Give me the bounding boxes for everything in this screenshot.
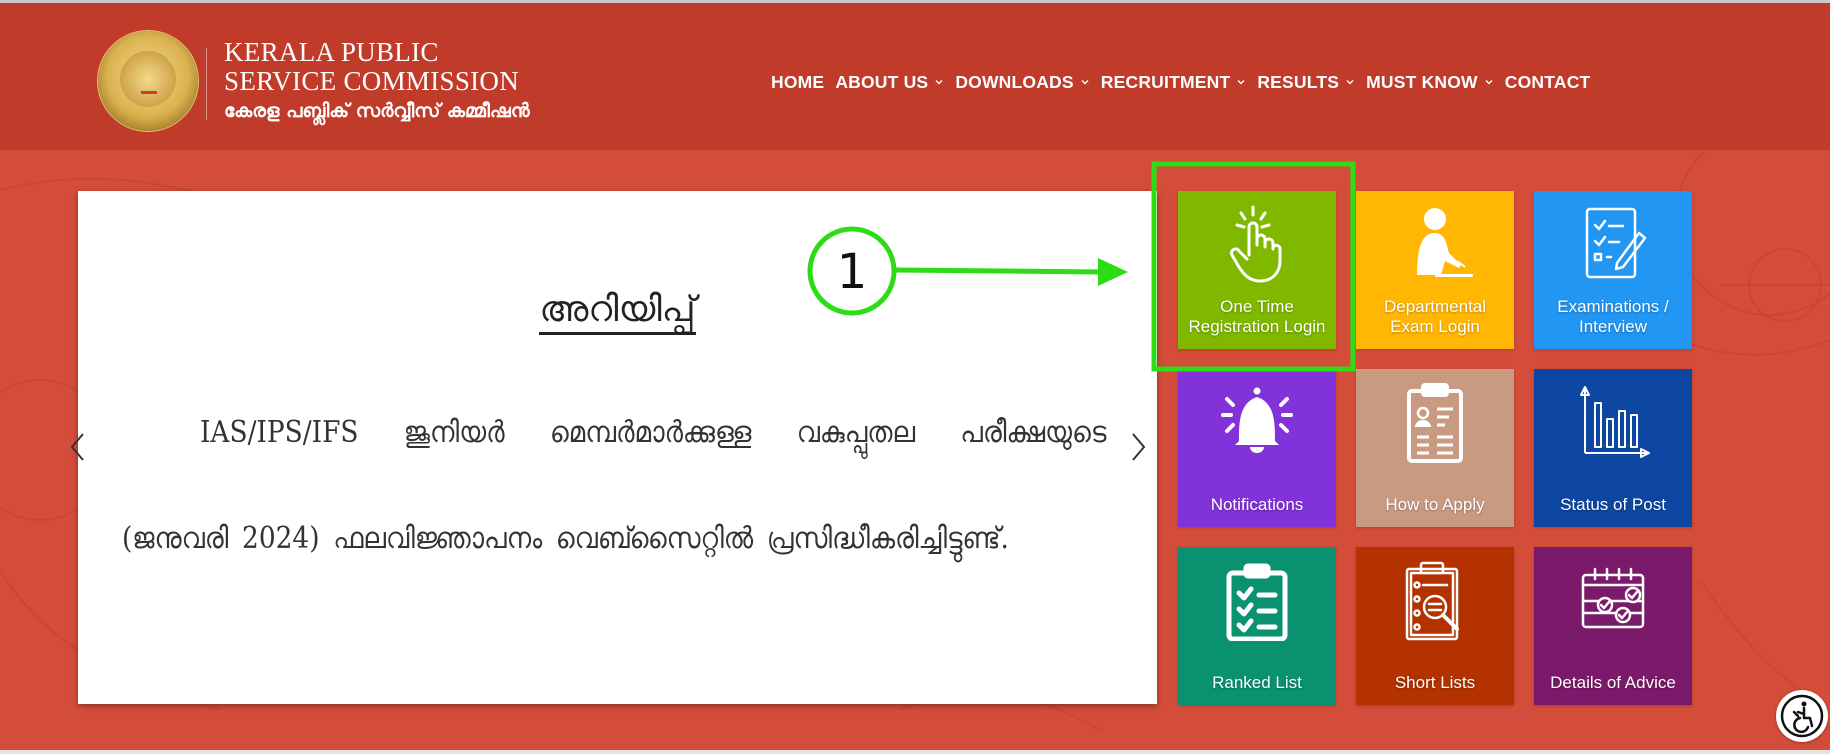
tile-label: Departmental Exam Login [1383,297,1487,336]
tile-label: How to Apply [1385,495,1485,514]
tile-departmental-exam-login[interactable]: Departmental Exam Login [1356,191,1514,349]
clipboard-checklist-icon [1226,563,1288,641]
accessibility-button[interactable] [1776,690,1828,742]
tile-examinations-interview[interactable]: Examinations / Interview [1534,191,1692,349]
slide-word: ജൂനിയർ [403,415,505,450]
checklist-pencil-icon [1585,207,1647,279]
tile-ranked-list[interactable]: Ranked List [1178,547,1336,705]
nav-home-label: HOME [771,71,825,92]
tile-label: Status of Post [1560,495,1666,514]
calendar-check-icon [1581,567,1645,629]
tile-one-time-registration-login[interactable]: One Time Registration Login [1178,191,1336,349]
nav-contact-label: CONTACT [1504,71,1591,92]
clipboard-search-icon [1405,561,1459,641]
nav-downloads[interactable]: DOWNLOADS [955,72,1089,93]
tile-label: One Time Registration Login [1188,297,1326,336]
nav-about-us-label: ABOUT US [835,71,929,92]
accessibility-icon [1780,694,1824,738]
slide-title: അറിയിപ്പ് [78,289,1157,335]
slide-word: IAS/IPS/IFS [200,415,359,450]
tile-label: Notifications [1210,495,1304,514]
main-nav: HOME ABOUT US DOWNLOADS RECRUITMENT RESU… [771,68,1601,96]
nav-results[interactable]: RESULTS [1257,72,1355,93]
chevron-down-icon [1485,80,1493,85]
slide-title-text: അറിയിപ്പ് [539,289,696,335]
logo-divider [206,48,207,120]
chevron-left-icon[interactable] [66,430,90,464]
tile-short-lists[interactable]: Short Lists [1356,547,1514,705]
nav-recruitment-label: RECRUITMENT [1100,71,1231,92]
page-bottom-edge [0,750,1830,754]
bell-icon [1221,387,1293,453]
nav-contact[interactable]: CONTACT [1505,72,1591,93]
nav-recruitment[interactable]: RECRUITMENT [1101,72,1247,93]
tile-label: Examinations / Interview [1557,297,1669,336]
slide-word: മെമ്പർമാർക്കുള്ള [549,415,752,450]
tile-details-of-advice[interactable]: Details of Advice [1534,547,1692,705]
person-writing-icon [1417,208,1473,277]
chevron-down-icon [1346,80,1354,85]
nav-must-know[interactable]: MUST KNOW [1366,72,1494,93]
site-title-malayalam: കേരള പബ്ലിക് സർവ്വീസ് കമ്മീഷൻ [224,100,530,122]
tile-status-of-post[interactable]: Status of Post [1534,369,1692,527]
nav-results-label: RESULTS [1257,71,1340,92]
site-title-line2: SERVICE COMMISSION [224,66,520,96]
tile-notifications[interactable]: Notifications [1178,369,1336,527]
bar-chart-icon [1580,386,1650,458]
slide-text-line1: IAS/IPS/IFS ജൂനിയർ മെമ്പർമാർക്കുള്ള വകുപ… [200,415,1106,450]
chevron-down-icon [935,80,943,85]
tile-how-to-apply[interactable]: How to Apply [1356,369,1514,527]
site-title[interactable]: KERALA PUBLIC SERVICE COMMISSION [224,38,519,96]
nav-must-know-label: MUST KNOW [1366,71,1478,92]
nav-home[interactable]: HOME [771,72,824,93]
slide-text-line2: (ജനുവരി 2024) ഫലവിജ്ഞാപനം വെബ്സൈറ്റിൽ പ്… [122,521,1009,556]
tile-label: Short Lists [1394,673,1476,692]
nav-downloads-label: DOWNLOADS [955,71,1074,92]
nav-about-us[interactable]: ABOUT US [835,72,944,93]
kpsc-emblem-icon[interactable] [98,31,198,131]
announcement-slide[interactable]: അറിയിപ്പ് IAS/IPS/IFS ജൂനിയർ മെമ്പർമാർക്… [78,191,1157,704]
slide-word: വകുപ്പുതല [796,415,916,450]
slide-word: പരീക്ഷയുടെ [960,415,1107,450]
chevron-right-icon[interactable] [1126,430,1150,464]
clipboard-profile-icon [1407,383,1463,463]
chevron-down-icon [1237,80,1245,85]
site-title-line1: KERALA PUBLIC [224,37,439,67]
tile-label: Details of Advice [1550,673,1676,692]
chevron-down-icon [1081,80,1089,85]
hand-tap-icon [1230,205,1282,283]
tile-label: Ranked List [1212,673,1302,692]
